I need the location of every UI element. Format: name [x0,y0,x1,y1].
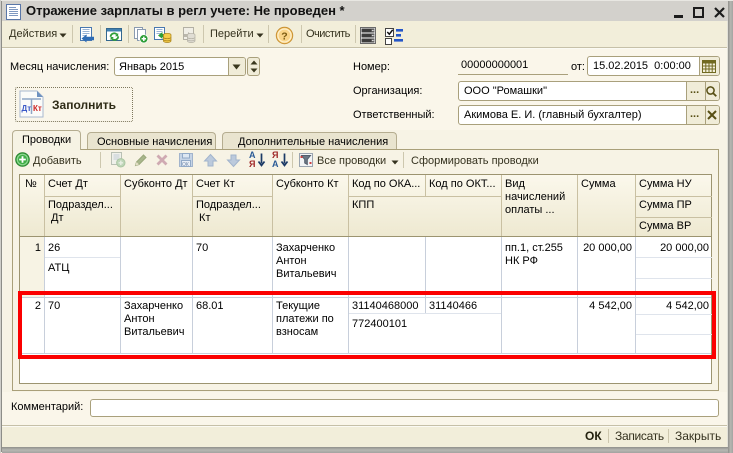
svg-text:Кт: Кт [33,104,42,113]
svg-text:ОК: ОК [182,162,189,168]
svg-text:Дт: Дт [22,104,32,113]
svg-text:?: ? [281,30,287,42]
